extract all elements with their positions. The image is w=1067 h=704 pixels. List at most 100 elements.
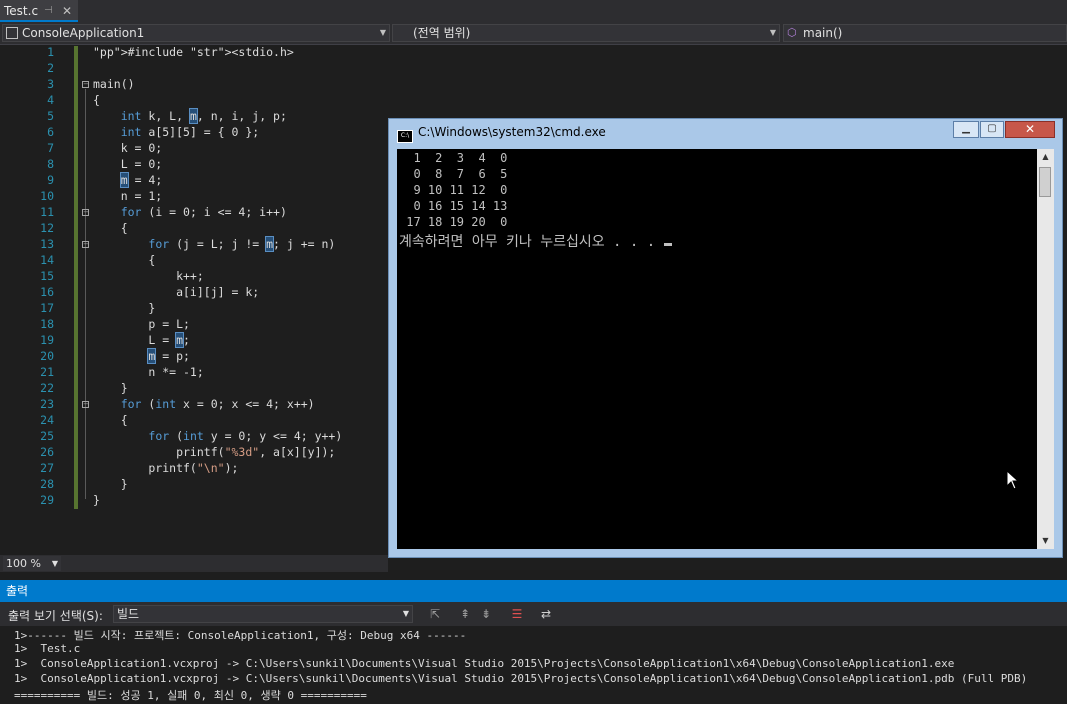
console-line: 0 16 15 14 13 xyxy=(399,199,508,213)
editor-zoom-bar: 100 % ▼ xyxy=(0,555,388,572)
code-line[interactable]: main() xyxy=(93,77,135,91)
code-line[interactable]: } xyxy=(93,381,128,395)
line-number: 2 xyxy=(47,61,54,75)
pin-icon[interactable]: ⊣ xyxy=(44,0,53,22)
console-scrollbar[interactable]: ▲ ▼ xyxy=(1037,149,1054,549)
code-line[interactable]: p = L; xyxy=(93,317,190,331)
project-dropdown[interactable]: ConsoleApplication1 ▼ xyxy=(2,24,390,42)
code-line[interactable]: m = 4; xyxy=(93,172,162,188)
line-number: 1 xyxy=(47,45,54,59)
code-line[interactable]: n *= -1; xyxy=(93,365,203,379)
line-number: 3 xyxy=(47,77,54,91)
code-line[interactable]: "pp">#include "str"><stdio.h> xyxy=(93,45,294,59)
word-wrap-icon[interactable]: ⇄ xyxy=(538,606,554,622)
line-number: 6 xyxy=(47,125,54,139)
fold-toggle-icon[interactable]: − xyxy=(82,401,89,408)
chevron-down-icon: ▼ xyxy=(769,28,776,37)
code-line[interactable]: { xyxy=(93,221,128,235)
line-number: 25 xyxy=(40,429,54,443)
line-number: 9 xyxy=(47,173,54,187)
scroll-thumb[interactable] xyxy=(1039,167,1051,197)
code-line[interactable]: for (i = 0; i <= 4; i++) xyxy=(93,205,287,219)
code-line[interactable]: { xyxy=(93,93,100,107)
output-title: 출력 xyxy=(6,584,29,598)
fold-toggle-icon[interactable]: − xyxy=(82,81,89,88)
code-line[interactable]: k++; xyxy=(93,269,204,283)
cmd-title: C:\Windows\system32\cmd.exe xyxy=(418,125,606,139)
code-line[interactable]: } xyxy=(93,493,100,507)
close-icon[interactable]: ✕ xyxy=(62,0,72,22)
code-line[interactable]: for (int y = 0; y <= 4; y++) xyxy=(93,429,342,443)
chevron-down-icon: ▼ xyxy=(51,559,58,568)
line-number: 10 xyxy=(40,189,54,203)
close-window-button[interactable]: ✕ xyxy=(1005,121,1055,138)
function-icon: ⬡ xyxy=(787,26,797,39)
line-number: 27 xyxy=(40,461,54,475)
code-line[interactable]: } xyxy=(93,301,155,315)
member-name: main() xyxy=(803,26,843,40)
find-message-icon[interactable]: ⇱ xyxy=(427,606,443,622)
console-line: 계속하려면 아무 키나 누르십시오 . . . xyxy=(399,231,672,251)
line-number: 13 xyxy=(40,237,54,251)
fold-guide xyxy=(85,89,86,499)
chevron-down-icon: ▼ xyxy=(402,609,409,618)
code-line[interactable]: n = 1; xyxy=(93,189,163,203)
code-line[interactable]: printf("\n"); xyxy=(93,461,238,475)
fold-toggle-icon[interactable]: − xyxy=(82,241,89,248)
line-number: 11 xyxy=(40,205,54,219)
scroll-down-icon[interactable]: ▼ xyxy=(1037,533,1054,549)
code-line[interactable]: for (j = L; j != m; j += n) xyxy=(93,236,335,252)
code-line[interactable]: int k, L, m, n, i, j, p; xyxy=(93,108,287,124)
member-dropdown[interactable]: ⬡ main() xyxy=(783,24,1067,42)
cmd-title-bar[interactable]: C:\ C:\Windows\system32\cmd.exe xyxy=(397,125,606,143)
output-panel-header[interactable]: 출력 xyxy=(0,580,1067,602)
code-line[interactable]: L = m; xyxy=(93,332,190,348)
document-tab-strip: Test.c ⊣ ✕ xyxy=(0,0,1067,22)
console-cursor xyxy=(663,243,672,246)
output-source-dropdown[interactable]: 빌드 ▼ xyxy=(113,605,413,623)
next-message-icon[interactable]: ⇟ xyxy=(478,606,494,622)
console-line: 17 18 19 20 0 xyxy=(399,215,508,229)
code-line[interactable]: for (int x = 0; x <= 4; x++) xyxy=(93,397,315,411)
code-line[interactable]: a[i][j] = k; xyxy=(93,285,259,299)
minimize-button[interactable]: ▁ xyxy=(953,121,979,138)
output-source-label: 출력 보기 선택(S): xyxy=(8,609,103,623)
output-text-area[interactable]: 1>------ 빌드 시작: 프로젝트: ConsoleApplication… xyxy=(0,626,1067,704)
scope-dropdown[interactable]: (전역 범위) ▼ xyxy=(392,24,780,42)
line-number: 8 xyxy=(47,157,54,171)
output-source-value: 빌드 xyxy=(117,607,140,621)
line-number: 28 xyxy=(40,477,54,491)
fold-toggle-icon[interactable]: − xyxy=(82,209,89,216)
code-line[interactable]: m = p; xyxy=(93,348,190,364)
code-line[interactable]: int a[5][5] = { 0 }; xyxy=(93,125,259,139)
tab-test-c[interactable]: Test.c ⊣ ✕ xyxy=(0,0,78,22)
previous-message-icon[interactable]: ⇞ xyxy=(457,606,473,622)
line-number: 18 xyxy=(40,317,54,331)
cmd-window[interactable]: C:\ C:\Windows\system32\cmd.exe ▁ ▢ ✕ 1 2… xyxy=(388,118,1063,558)
tab-title: Test.c xyxy=(4,4,39,18)
line-number: 7 xyxy=(47,141,54,155)
line-number: 4 xyxy=(47,93,54,107)
scope-name: (전역 범위) xyxy=(413,26,471,40)
scroll-up-icon[interactable]: ▲ xyxy=(1037,149,1054,165)
code-line[interactable]: { xyxy=(93,253,155,267)
cmd-icon: C:\ xyxy=(397,130,413,143)
output-line: 1> ConsoleApplication1.vcxproj -> C:\Use… xyxy=(14,657,955,670)
output-line: ========== 빌드: 성공 1, 실패 0, 최신 0, 생략 0 ==… xyxy=(14,689,367,702)
output-line: 1> Test.c xyxy=(14,642,81,655)
maximize-button[interactable]: ▢ xyxy=(980,121,1004,138)
code-line[interactable]: k = 0; xyxy=(93,141,163,155)
line-number: 17 xyxy=(40,301,54,315)
console-line: 9 10 11 12 0 xyxy=(399,183,508,197)
code-editor[interactable]: 1 2 3 4 5 6 7 8 9 10 11 12 13 14 15 16 17 18 19 20 21 22 23 24 2… xyxy=(0,45,388,555)
code-line[interactable]: { xyxy=(93,413,128,427)
clear-all-icon[interactable]: ☰ xyxy=(509,606,525,622)
line-number: 23 xyxy=(40,397,54,411)
line-number: 24 xyxy=(40,413,54,427)
zoom-dropdown[interactable]: 100 % ▼ xyxy=(3,556,61,571)
zoom-level: 100 % xyxy=(6,557,41,570)
code-line[interactable]: printf("%3d", a[x][y]); xyxy=(93,445,335,459)
console-output[interactable]: 1 2 3 4 0 0 8 7 6 5 9 10 11 12 0 0 16 15… xyxy=(397,149,1037,549)
code-line[interactable]: } xyxy=(93,477,128,491)
code-line[interactable]: L = 0; xyxy=(93,157,163,171)
